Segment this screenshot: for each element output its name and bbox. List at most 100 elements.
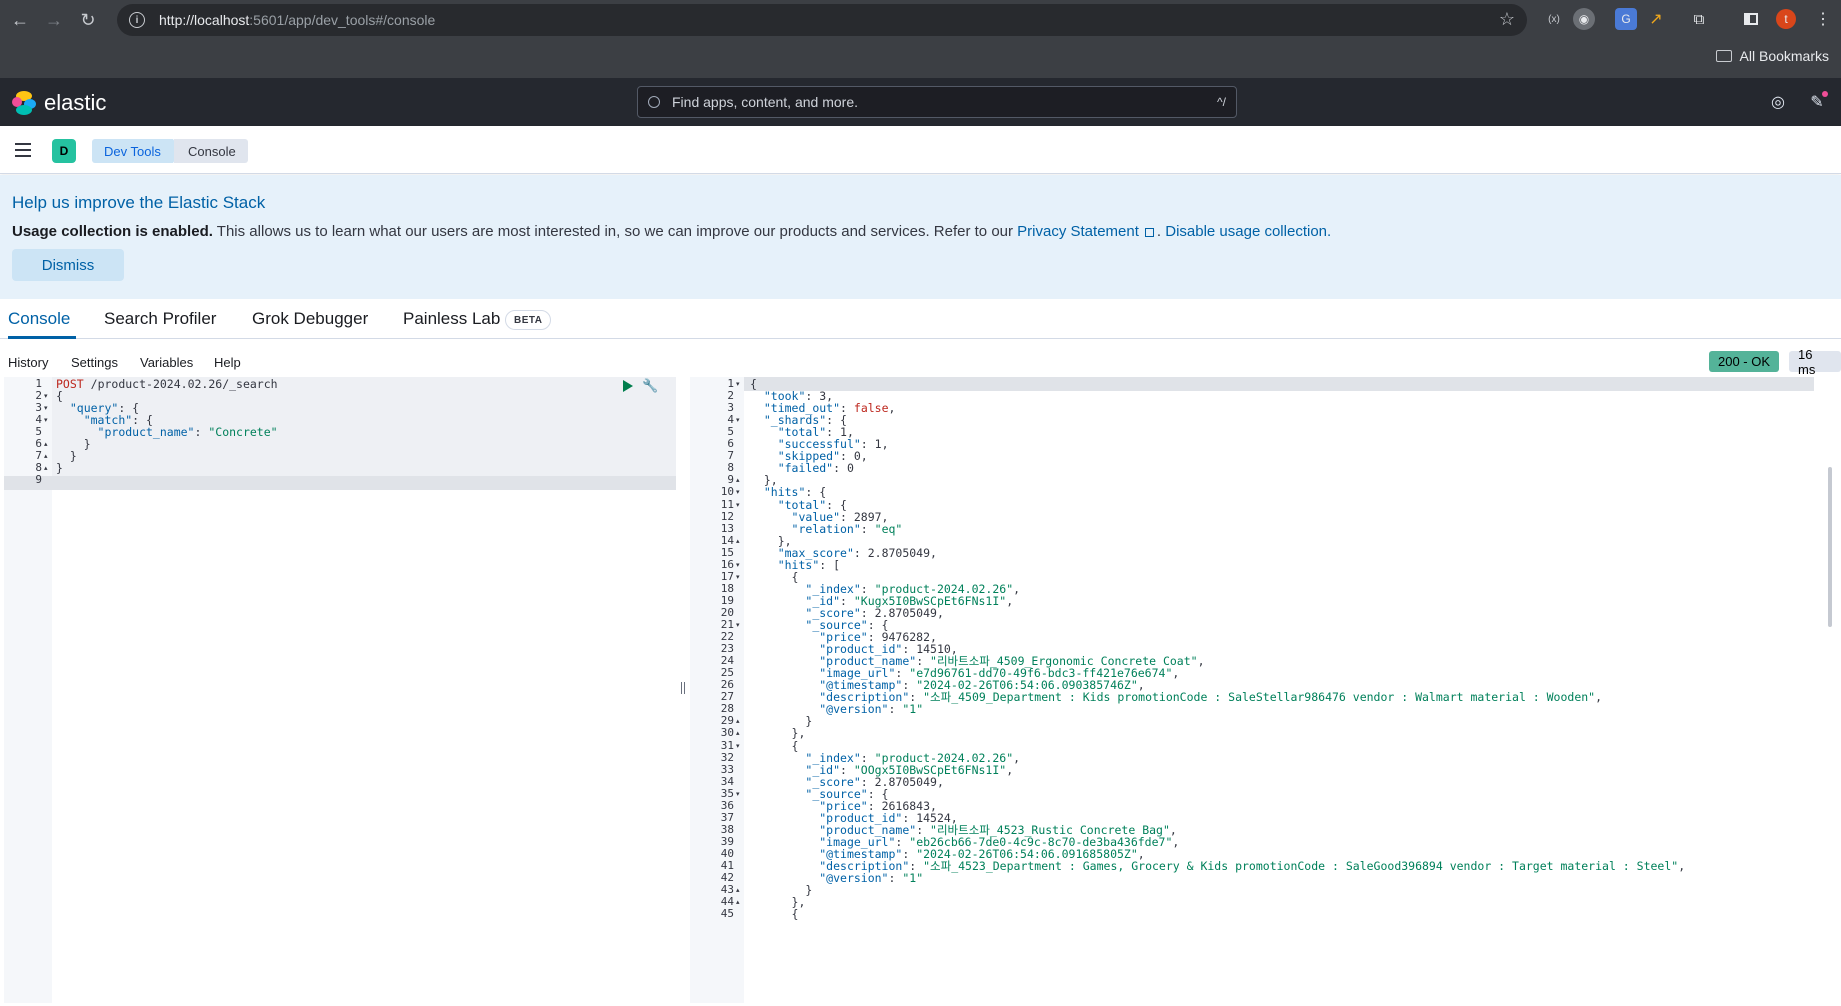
code-token: : 2.8705049, [853,545,937,560]
fold-toggle-icon[interactable]: ▾ [736,790,740,798]
help-button[interactable]: Help [214,355,241,370]
fold-toggle-icon[interactable]: ▾ [44,392,48,400]
code-token: , [888,401,896,416]
extension-icon-3[interactable]: ↗ [1645,8,1667,30]
disable-usage-collection-link[interactable]: Disable usage collection. [1165,223,1331,240]
code-token: false [853,401,889,416]
fold-toggle-icon[interactable]: ▴ [736,729,740,737]
profile-avatar[interactable]: t [1776,9,1796,29]
tab-search-profiler[interactable]: Search Profiler [104,309,216,329]
fold-toggle-icon[interactable]: ▴ [736,717,740,725]
help-icon[interactable]: ◎ [1767,91,1789,113]
address-url[interactable]: http://localhost:5601/app/dev_tools#/con… [159,12,435,28]
code-token: } [56,461,63,476]
code-token: , [1013,750,1021,765]
global-search-input[interactable]: Find apps, content, and more. ^/ [637,86,1237,118]
extension-icon-1[interactable]: (x) [1543,8,1565,30]
fold-toggle-icon[interactable]: ▴ [736,886,740,894]
forward-icon[interactable]: → [40,6,68,34]
all-bookmarks-label: All Bookmarks [1739,48,1829,64]
code-token: : [ [819,557,841,572]
response-editor[interactable]: 1 ▾{2 "took": 3, 3 "timed_out": false, 4 ▾ "… [690,377,1841,1003]
elastic-logo[interactable]: elastic [12,90,106,116]
browser-chrome: ← → ↻ i http://localhost:5601/app/dev_to… [0,0,1841,78]
fold-toggle-icon[interactable]: ▴ [44,452,48,460]
site-info-icon[interactable]: i [129,12,145,28]
breadcrumb-dev-tools-label: Dev Tools [104,143,161,159]
variables-button[interactable]: Variables [140,355,193,370]
code-token: , [1678,859,1686,873]
console-toolbar: History Settings Variables Help [0,352,1841,378]
fold-toggle-icon[interactable]: ▾ [736,561,740,569]
fold-toggle-icon[interactable]: ▾ [44,404,48,412]
active-tab-indicator [8,336,76,339]
code-line: { [750,907,799,921]
code-token: "@version" [819,702,889,717]
kibana-header: elastic Find apps, content, and more. ^/… [0,78,1841,126]
fold-toggle-icon[interactable]: ▾ [736,621,740,629]
reload-icon[interactable]: ↻ [74,6,102,34]
search-placeholder: Find apps, content, and more. [672,94,858,110]
usage-collection-callout: Help us improve the Elastic Stack Usage … [0,175,1841,299]
settings-button[interactable]: Settings [71,355,118,370]
url-path: :5601/app/dev_tools#/console [249,12,436,28]
code-token: : [888,702,903,717]
dismiss-button[interactable]: Dismiss [12,249,124,281]
bookmark-star-icon[interactable]: ☆ [1499,9,1515,30]
request-editor[interactable]: 1 POST /product-2024.02.26/_search 2 ▾{3 ▾ "… [4,377,676,1003]
translate-extension-icon[interactable]: G [1615,8,1637,30]
extension-icon-2[interactable]: ◉ [1573,8,1595,30]
extensions-puzzle-icon[interactable]: ⧉ [1688,8,1710,30]
fold-toggle-icon[interactable]: ▾ [736,416,740,424]
code-token: , [1006,762,1014,777]
dev-tools-tabs: Console Search Profiler Grok Debugger Pa… [0,299,1841,339]
tab-console[interactable]: Console [8,309,70,329]
history-button[interactable]: History [8,355,48,370]
send-request-play-icon[interactable] [623,380,633,392]
fold-toggle-icon[interactable]: ▾ [736,380,740,388]
news-feed-icon[interactable]: ✎ [1806,91,1828,113]
elastic-logo-icon [12,91,36,115]
privacy-statement-link[interactable]: Privacy Statement [1017,223,1139,240]
fold-toggle-icon[interactable]: ▴ [736,537,740,545]
fold-toggle-icon[interactable]: ▴ [736,898,740,906]
back-icon[interactable]: ← [6,6,34,34]
breadcrumb-console: Console [174,139,248,163]
code-token: "Concrete" [208,425,278,440]
code-token: "소파_4509_Department : Kids promotionCode… [923,690,1596,705]
code-token: "eq" [874,521,903,536]
breadcrumb-dev-tools[interactable]: Dev Tools [92,139,181,163]
folder-icon [1715,50,1732,62]
fold-toggle-icon[interactable]: ▾ [736,742,740,750]
fold-toggle-icon[interactable]: ▾ [736,488,740,496]
menu-hamburger-icon[interactable] [15,143,31,157]
tab-grok-debugger[interactable]: Grok Debugger [252,309,368,329]
line-number: 9 [35,473,42,487]
line-number: 45 [720,907,734,921]
callout-separator: . [1156,223,1166,240]
logo-text: elastic [44,90,107,115]
resize-grip-icon [681,682,685,694]
code-token: : [194,425,209,440]
request-actions-wrench-icon[interactable]: 🔧 [642,378,658,394]
space-avatar[interactable]: D [52,139,76,163]
search-icon [648,96,660,108]
fold-toggle-icon[interactable]: ▴ [736,476,740,484]
code-token: /product-2024.02.26/_search [90,377,278,391]
fold-toggle-icon[interactable]: ▴ [44,440,48,448]
breadcrumb-console-label: Console [188,143,236,159]
side-panel-icon[interactable] [1740,8,1762,30]
fold-toggle-icon[interactable]: ▾ [736,501,740,509]
fold-toggle-icon[interactable]: ▾ [44,416,48,424]
editor-resize-divider[interactable] [676,377,690,1003]
profile-initial: t [1784,12,1788,26]
tab-painless-lab[interactable]: Painless Lab [403,309,500,329]
fold-toggle-icon[interactable]: ▾ [736,573,740,581]
fold-toggle-icon[interactable]: ▴ [44,464,48,472]
code-token: "1" [902,702,924,717]
response-scrollbar[interactable] [1828,467,1832,627]
chrome-menu-icon[interactable]: ⋮ [1812,8,1834,30]
all-bookmarks-button[interactable]: All Bookmarks [1715,48,1829,64]
code-token: : 0 [833,461,854,476]
address-bar[interactable]: i http://localhost:5601/app/dev_tools#/c… [117,4,1527,36]
